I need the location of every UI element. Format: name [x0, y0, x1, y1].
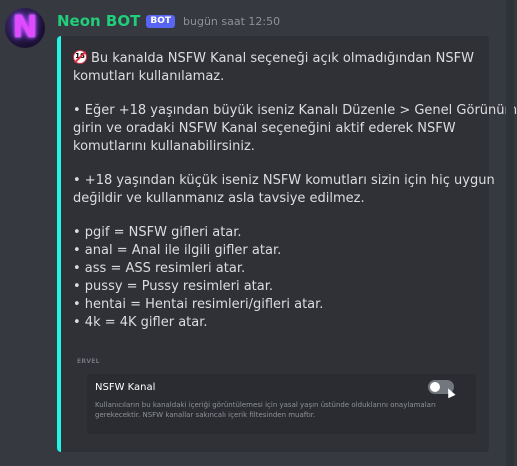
- chat-scrollbar[interactable]: [506, 0, 514, 466]
- nsfw-setting-title: NSFW Kanal: [95, 382, 156, 393]
- command-item: • hentai = Hentai resimleri/gifleri atar…: [73, 297, 324, 312]
- command-item: • pgif = NSFW gifleri atar.: [73, 225, 242, 240]
- embed-line: komutları kullanılamaz.: [73, 69, 225, 84]
- settings-section-header: ERVEL: [77, 358, 100, 365]
- embed-paragraph-adult: • Eğer +18 yaşından büyük iseniz Kanalı …: [73, 102, 517, 156]
- message-timestamp: bugün saat 12:50: [183, 14, 281, 28]
- embed-accent-bar: [57, 36, 61, 452]
- command-item: • 4k = 4K gifler atar.: [73, 315, 208, 330]
- underage-icon: 18: [73, 50, 87, 64]
- command-item: • ass = ASS resimleri atar.: [73, 261, 246, 276]
- username[interactable]: Neon BOT: [57, 12, 140, 30]
- embed-description: 18 Bu kanalda NSFW Kanal seçeneği açık ol…: [73, 50, 517, 342]
- nsfw-setting-card: NSFW Kanal Kullanıcıların bu kanaldaki i…: [87, 374, 476, 434]
- mouse-cursor-icon: [444, 386, 456, 399]
- embed-line: değildir ve kullanmanız asla tavsiye edi…: [73, 191, 365, 206]
- embed-line: komutlarını kullanabilirsiniz.: [73, 139, 255, 154]
- bot-badge: BOT: [146, 14, 176, 28]
- command-item: • pussy = Pussy resimleri atar.: [73, 279, 274, 294]
- bot-avatar[interactable]: N: [5, 8, 45, 48]
- message-header: Neon BOT BOT bugün saat 12:50: [57, 10, 280, 32]
- embed-line: 18 Bu kanalda NSFW Kanal seçeneği açık ol…: [73, 50, 477, 68]
- embed-paragraph-warning: 18 Bu kanalda NSFW Kanal seçeneği açık ol…: [73, 50, 477, 86]
- nsfw-setting-description: Kullanıcıların bu kanaldaki içeriği görü…: [95, 401, 436, 419]
- embed-paragraph-minor: • +18 yaşından küçük iseniz NSFW komutla…: [73, 172, 495, 208]
- avatar-letter: N: [12, 10, 38, 45]
- embed-line: • Eğer +18 yaşından büyük iseniz Kanalı …: [73, 103, 517, 118]
- embed-line: • +18 yaşından küçük iseniz NSFW komutla…: [73, 173, 495, 188]
- embed-image[interactable]: ERVEL NSFW Kanal Kullanıcıların bu kanal…: [73, 356, 478, 436]
- toggle-knob: [430, 382, 440, 392]
- command-list: • pgif = NSFW gifleri atar. • anal = Ana…: [73, 224, 477, 332]
- embed-line: girin ve oradaki NSFW Kanal seçeneğini a…: [73, 121, 456, 136]
- command-item: • anal = Anal ile ilgili gifler atar.: [73, 243, 282, 258]
- message-embed: 18 Bu kanalda NSFW Kanal seçeneği açık ol…: [57, 36, 517, 452]
